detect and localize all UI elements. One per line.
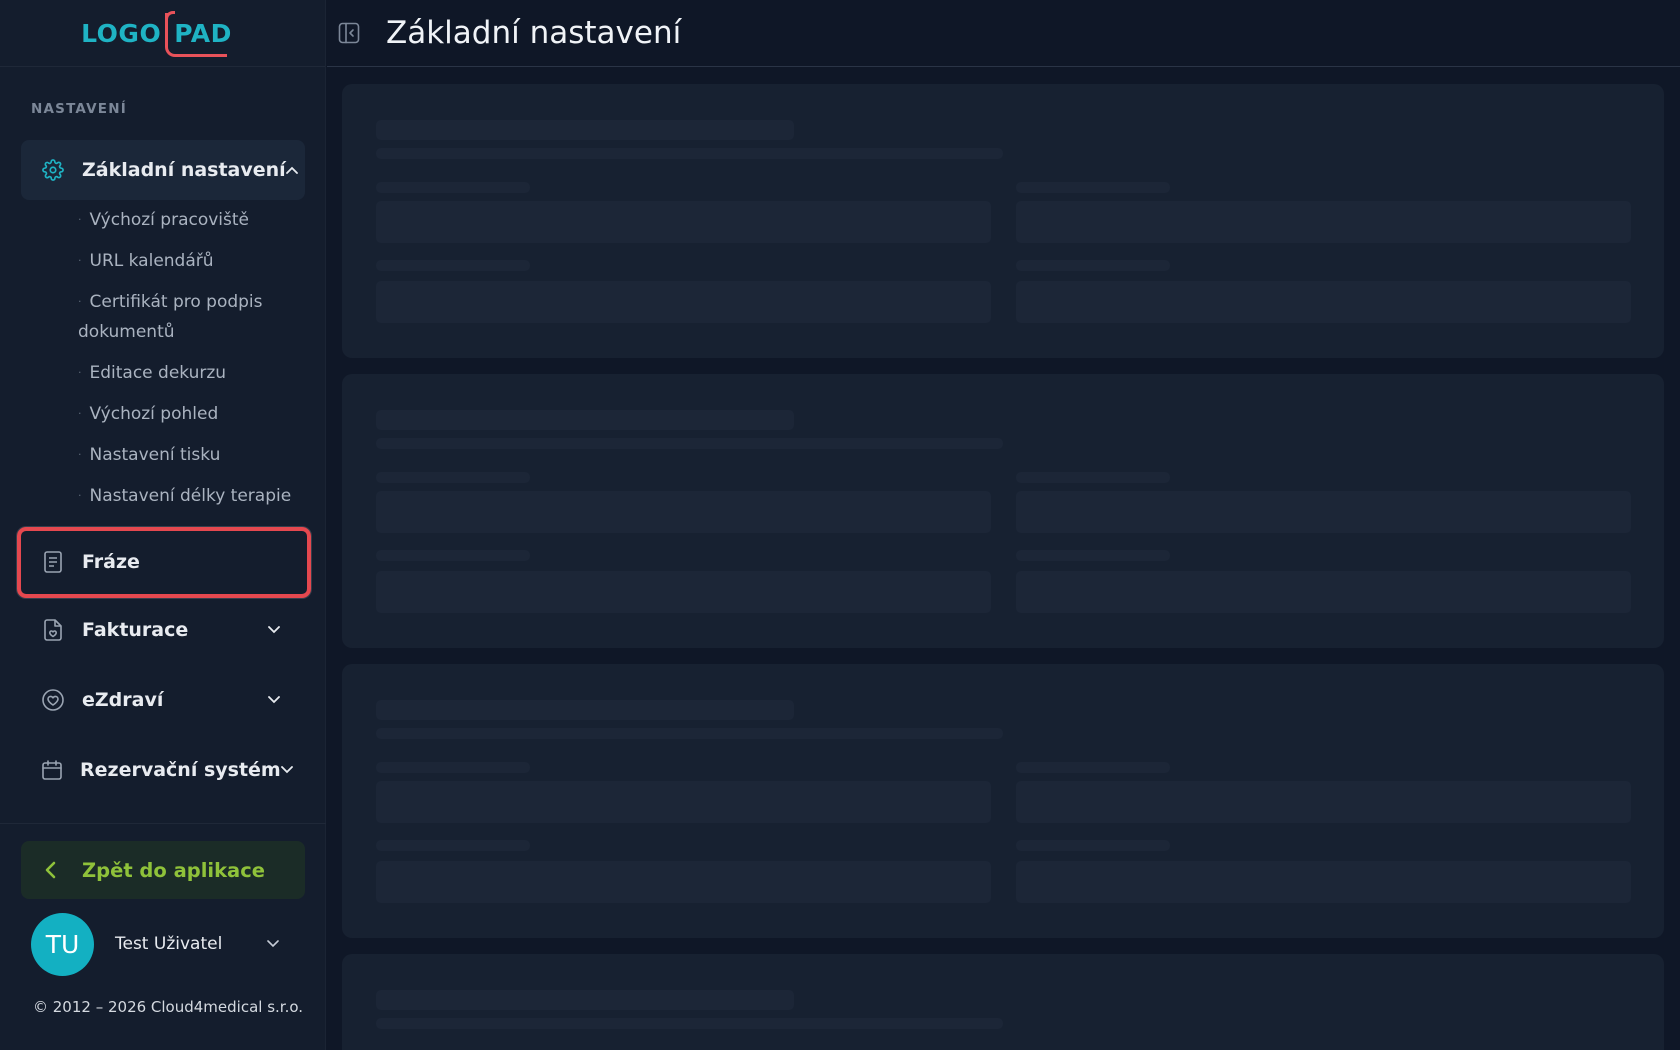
submenu-item-label: Certifikát pro podpis dokumentů	[78, 292, 263, 342]
sidebar-divider	[0, 823, 326, 824]
page-header: Základní nastavení	[327, 0, 1680, 67]
submenu-item-label: Výchozí pracoviště	[89, 210, 250, 230]
sidebar-item-fakturace[interactable]: Fakturace	[21, 600, 305, 660]
skeleton-label	[376, 762, 530, 773]
user-menu[interactable]: TU Test Uživatel	[31, 912, 291, 976]
copyright: © 2012 – 2026 Cloud4medical s.r.o.	[33, 998, 304, 1016]
submenu-item-label: Nastavení délky terapie	[89, 486, 292, 506]
chevron-up-icon	[285, 163, 298, 177]
submenu-item-label: Nastavení tisku	[89, 445, 221, 465]
skeleton-field	[1016, 861, 1631, 903]
page-title: Základní nastavení	[386, 15, 682, 51]
submenu-item-nastaveni-delky-terapie[interactable]: · Nastavení délky terapie	[78, 481, 308, 522]
logo-text-left: LOGO	[81, 18, 162, 48]
skeleton-field	[376, 201, 991, 243]
skeleton-field	[376, 491, 991, 533]
logo-bracket	[165, 12, 228, 57]
logo[interactable]: LOGO PAD	[81, 10, 234, 57]
chevron-down-icon	[267, 940, 281, 948]
skeleton-field	[376, 781, 991, 823]
user-name: Test Uživatel	[115, 934, 223, 954]
submenu-item-label: Výchozí pohled	[89, 404, 219, 424]
back-to-app-button[interactable]: Zpět do aplikace	[21, 841, 305, 899]
skeleton-subtitle	[376, 438, 1003, 449]
skeleton-field	[1016, 781, 1631, 823]
skeleton-card	[342, 84, 1664, 358]
skeleton-label	[1016, 260, 1170, 271]
skeleton-field	[1016, 491, 1631, 533]
skeleton-label	[376, 840, 530, 851]
submenu-item-certifikat[interactable]: · Certifikát pro podpis dokumentů	[78, 287, 278, 358]
skeleton-card	[342, 374, 1664, 648]
skeleton-label	[376, 182, 530, 193]
chevron-left-icon	[44, 860, 60, 880]
skeleton-label	[1016, 472, 1170, 483]
sidebar-item-ezdravi[interactable]: eZdraví	[21, 670, 305, 730]
skeleton-label	[1016, 550, 1170, 561]
chevron-down-icon	[280, 763, 293, 777]
skeleton-label	[376, 472, 530, 483]
sidebar-item-label: Fráze	[82, 551, 140, 573]
submenu-item-nastaveni-tisku[interactable]: · Nastavení tisku	[78, 440, 308, 481]
collapse-sidebar-icon[interactable]	[337, 21, 361, 45]
skeleton-title	[376, 700, 794, 720]
skeleton-label	[1016, 762, 1170, 773]
skeleton-field	[1016, 201, 1631, 243]
skeleton-title	[376, 120, 794, 140]
sidebar-item-label: Fakturace	[82, 619, 189, 641]
logo-text-right: PAD	[165, 10, 234, 57]
sidebar-item-rezervacni-system[interactable]: Rezervační systém	[21, 740, 305, 800]
skeleton-label	[1016, 182, 1170, 193]
back-to-app-label: Zpět do aplikace	[82, 858, 265, 882]
submenu-item-vychozi-pohled[interactable]: · Výchozí pohled	[78, 399, 308, 440]
skeleton-field	[376, 861, 991, 903]
heart-icon	[42, 689, 64, 711]
sidebar-item-zakladni-nastaveni[interactable]: Základní nastavení	[21, 140, 305, 200]
skeleton-subtitle	[376, 1018, 1003, 1029]
skeleton-label	[376, 260, 530, 271]
logo-area: LOGO PAD	[0, 0, 325, 67]
skeleton-title	[376, 990, 794, 1010]
submenu-item-label: URL kalendářů	[89, 251, 214, 271]
calendar-icon	[42, 759, 62, 781]
sidebar-item-label: Rezervační systém	[80, 759, 281, 781]
submenu: · Výchozí pracoviště · URL kalendářů · Cert…	[78, 205, 308, 522]
skeleton-subtitle	[376, 728, 1003, 739]
skeleton-title	[376, 410, 794, 430]
sidebar-item-label: Základní nastavení	[82, 159, 286, 181]
submenu-item-editace-dekurzu[interactable]: · Editace dekurzu	[78, 358, 308, 399]
sidebar-item-fraze[interactable]: Fráze	[21, 532, 305, 592]
skeleton-field	[1016, 281, 1631, 323]
skeleton-field	[376, 281, 991, 323]
section-label: NASTAVENÍ	[31, 101, 127, 117]
skeleton-field	[1016, 571, 1631, 613]
gear-icon	[42, 159, 64, 181]
submenu-item-url-kalendaru[interactable]: · URL kalendářů	[78, 246, 308, 287]
submenu-item-vychozi-pracoviste[interactable]: · Výchozí pracoviště	[78, 205, 308, 246]
skeleton-card	[342, 954, 1664, 1050]
avatar: TU	[31, 912, 94, 976]
skeleton-subtitle	[376, 148, 1003, 159]
chevron-down-icon	[267, 623, 281, 637]
submenu-item-label: Editace dekurzu	[89, 363, 227, 383]
skeleton-field	[376, 571, 991, 613]
sidebar: LOGO PAD NASTAVENÍ Základní nastavení · V…	[0, 0, 326, 1050]
document-icon	[42, 551, 64, 573]
skeleton-label	[376, 550, 530, 561]
skeleton-label	[1016, 840, 1170, 851]
chevron-down-icon	[267, 693, 281, 707]
invoice-icon	[42, 619, 64, 641]
sidebar-item-label: eZdraví	[82, 689, 164, 711]
skeleton-card	[342, 664, 1664, 938]
